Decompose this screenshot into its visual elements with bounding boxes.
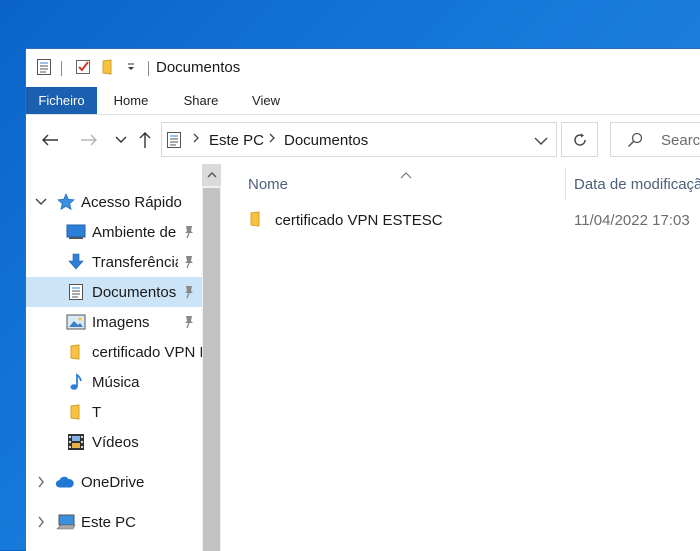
sidebar-item-label: Documentos <box>92 284 177 301</box>
sidebar-item-label: Ambiente de trabalho <box>92 224 178 241</box>
sidebar-item-transferencias[interactable]: Transferências <box>26 247 202 277</box>
chevron-right-icon[interactable] <box>192 132 200 147</box>
window-title: Documentos <box>156 59 241 76</box>
sidebar-item-label: Este PC <box>81 514 137 531</box>
cloud-icon <box>55 473 75 491</box>
chevron-right-icon[interactable] <box>34 475 48 489</box>
sidebar-item-onedrive[interactable]: OneDrive <box>26 467 202 497</box>
tab-home[interactable]: Home <box>106 87 156 114</box>
sidebar-item-label: Imagens <box>92 314 150 331</box>
search-input[interactable]: Search <box>610 122 700 157</box>
scroll-up-button[interactable] <box>202 164 221 186</box>
column-divider[interactable] <box>565 168 566 200</box>
pin-icon[interactable] <box>182 284 196 300</box>
column-header-data-modificacao[interactable]: Data de modificação <box>574 176 700 193</box>
tab-ficheiro[interactable]: Ficheiro <box>26 87 97 114</box>
sidebar-item-label: certificado VPN ESTESC <box>92 344 202 361</box>
sort-ascending-icon <box>400 166 412 184</box>
chevron-down-icon[interactable] <box>534 133 548 151</box>
sidebar-item-label: Vídeos <box>92 434 139 451</box>
recent-locations-button[interactable] <box>110 129 132 151</box>
navigation-pane: Acesso Rápido Ambiente de trabalho Trans… <box>26 164 202 551</box>
file-list: Nome Data de modificação certificado VPN… <box>222 164 700 551</box>
sidebar-item-ambiente-de-trabalho[interactable]: Ambiente de trabalho <box>26 217 202 247</box>
sidebar-item-videos[interactable]: Vídeos <box>26 427 202 457</box>
sidebar-scrollbar[interactable] <box>202 164 221 551</box>
folder-icon <box>66 343 86 361</box>
properties-icon[interactable] <box>35 58 53 76</box>
search-icon <box>627 132 643 153</box>
sidebar-item-t[interactable]: T <box>26 397 202 427</box>
breadcrumb-este-pc[interactable]: Este PC <box>209 132 264 149</box>
tab-view[interactable]: View <box>242 87 290 114</box>
file-name: certificado VPN ESTESC <box>275 212 443 229</box>
toolbar-separator <box>148 61 149 76</box>
chevron-down-icon[interactable] <box>34 195 48 209</box>
refresh-icon <box>573 133 586 146</box>
sidebar-item-label: Música <box>92 374 140 391</box>
sidebar-item-acesso-rapido[interactable]: Acesso Rápido <box>26 187 202 217</box>
videos-icon <box>66 433 86 451</box>
sidebar-item-este-pc[interactable]: Este PC <box>26 507 202 537</box>
sidebar-item-label: Acesso Rápido <box>81 194 182 211</box>
folder-icon <box>250 211 266 227</box>
chevron-right-icon[interactable] <box>268 132 276 147</box>
up-button[interactable] <box>134 129 156 151</box>
star-icon <box>56 193 76 211</box>
file-explorer-window: Documentos Ficheiro Home Share View Este… <box>25 48 700 551</box>
file-row[interactable]: certificado VPN ESTESC 11/04/2022 17:03 <box>244 206 700 234</box>
sidebar-item-label: Transferências <box>92 254 178 271</box>
customize-dropdown-icon[interactable] <box>122 58 140 76</box>
refresh-button[interactable] <box>561 122 598 157</box>
chevron-right-icon[interactable] <box>34 515 48 529</box>
download-icon <box>66 253 86 271</box>
breadcrumb-documentos[interactable]: Documentos <box>284 132 368 149</box>
checkmark-icon[interactable] <box>74 58 92 76</box>
sidebar-item-label: OneDrive <box>81 474 145 491</box>
pictures-icon <box>66 313 86 331</box>
documents-location-icon <box>166 131 184 149</box>
forward-button[interactable] <box>78 129 100 151</box>
sidebar-item-imagens[interactable]: Imagens <box>26 307 202 337</box>
sidebar-item-documentos[interactable]: Documentos <box>26 277 202 307</box>
music-icon <box>66 373 86 391</box>
file-modified-date: 11/04/2022 17:03 <box>574 212 690 229</box>
address-bar[interactable]: Este PC Documentos <box>161 122 557 157</box>
pin-icon[interactable] <box>182 254 196 270</box>
navigation-bar: Este PC Documentos Search <box>26 115 700 163</box>
column-header-nome[interactable]: Nome <box>248 176 288 193</box>
sidebar-item-musica[interactable]: Música <box>26 367 202 397</box>
ribbon-tabs: Ficheiro Home Share View <box>26 87 700 115</box>
computer-icon <box>56 513 76 531</box>
search-placeholder: Search <box>661 132 700 149</box>
pin-icon[interactable] <box>182 224 196 240</box>
folder-icon <box>66 403 86 421</box>
pin-icon[interactable] <box>182 314 196 330</box>
document-icon <box>66 283 86 301</box>
scrollbar-thumb[interactable] <box>203 188 220 551</box>
sidebar-item-certificado-vpn[interactable]: certificado VPN ESTESC <box>26 337 202 367</box>
tab-share[interactable]: Share <box>176 87 226 114</box>
title-bar: Documentos <box>26 49 700 87</box>
toolbar-separator <box>61 61 62 76</box>
sidebar-item-label: T <box>92 404 102 421</box>
desktop-icon <box>66 223 86 241</box>
new-folder-icon[interactable] <box>99 58 117 76</box>
back-button[interactable] <box>39 129 61 151</box>
